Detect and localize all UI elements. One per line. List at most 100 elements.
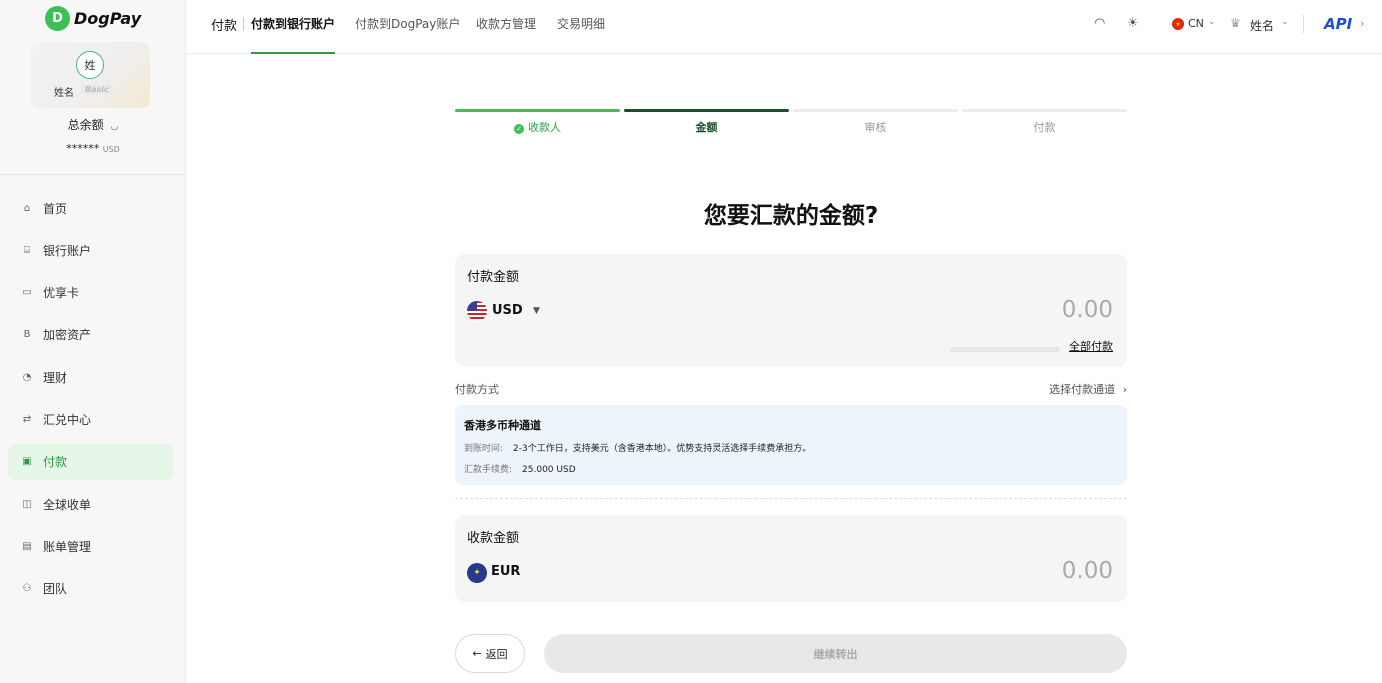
channel-name: 香港多币种通道: [464, 419, 541, 432]
card-icon: ▭: [22, 287, 32, 299]
page-heading: 您要汇款的金额?: [703, 203, 879, 229]
receive-amount-panel: 收款金额 ✦ EUR 0.00: [455, 515, 1127, 602]
sidebar-item-label: 团队: [43, 582, 68, 597]
channel-arrival-row: 到账时间: 2-3个工作日，支持美元（含香港本地）。优势支持灵活选择手续费承担方。: [464, 441, 811, 454]
us-flag-icon: [467, 301, 487, 321]
caret-down-icon[interactable]: ▼: [533, 306, 540, 316]
step-label: 审核: [864, 121, 887, 134]
tab-payee-management[interactable]: 收款方管理: [476, 15, 536, 54]
sidebar-item-label: 理财: [43, 370, 68, 385]
sidebar: D DogPay 姓 姓名 Basic 总余额 ◡ ****** USD ⌂ 首页…: [0, 0, 186, 683]
tab-pay-to-dogpay[interactable]: 付款到DogPay账户: [355, 15, 460, 54]
pay-amount-title: 付款金额: [467, 270, 520, 285]
step-pay: 付款: [962, 109, 1127, 135]
top-bar: 付款 付款到银行账户 付款到DogPay账户 收款方管理 交易明细 ◠ ☀ ★ …: [186, 0, 1382, 54]
sidebar-item-team[interactable]: ⚇ 团队: [8, 571, 173, 607]
balance-value: ******: [66, 142, 100, 155]
bank-icon: ⌸: [24, 244, 30, 256]
check-icon: ✓: [514, 124, 524, 134]
pay-currency-select[interactable]: USD: [492, 303, 523, 318]
tab-pay-to-bank[interactable]: 付款到银行账户: [251, 15, 336, 54]
payment-method-label: 付款方式: [455, 383, 499, 396]
page-title: 付款: [211, 19, 238, 34]
step-amount: 金额: [624, 109, 789, 135]
sidebar-item-label: 银行账户: [43, 243, 92, 258]
balance-unit: USD: [102, 145, 120, 154]
chevron-down-icon[interactable]: ⌄: [1208, 17, 1216, 27]
sidebar-item-home[interactable]: ⌂ 首页: [8, 190, 173, 226]
receive-amount-title: 收款金额: [467, 531, 520, 546]
channel-fee-row: 汇款手续费: 25.000 USD: [464, 462, 576, 475]
sidebar-item-bank-account[interactable]: ⌸ 银行账户: [8, 232, 173, 268]
sidebar-item-crypto[interactable]: B 加密资产: [8, 317, 173, 353]
sidebar-item-acquiring[interactable]: ◫ 全球收单: [8, 486, 173, 522]
chevron-right-icon[interactable]: ›: [1360, 17, 1364, 30]
sidebar-divider: [0, 174, 186, 175]
step-label: 收款人: [528, 121, 561, 134]
sidebar-item-label: 首页: [43, 201, 68, 216]
dogpay-logo-icon: D: [45, 6, 70, 31]
back-button-label: 返回: [485, 647, 508, 661]
step-review: 审核: [793, 109, 958, 135]
pay-amount-panel: 付款金额 USD ▼ 0.00 全部付款: [455, 254, 1127, 367]
payment-icon: ▣: [22, 456, 32, 468]
sidebar-item-label: 汇兑中心: [43, 412, 92, 427]
back-button[interactable]: ← 返回: [455, 634, 525, 673]
balance-progress-bar: [950, 347, 1060, 352]
arrival-value: 2-3个工作日，支持美元（含香港本地）。优势支持灵活选择手续费承担方。: [513, 444, 812, 454]
user-menu[interactable]: 姓名: [1250, 17, 1274, 34]
select-channel-label: 选择付款通道: [1049, 383, 1116, 396]
select-channel-link[interactable]: 选择付款通道 ›: [1049, 381, 1127, 397]
balance-row: 总余额 ◡: [0, 116, 186, 133]
topbar-divider: [1303, 15, 1304, 33]
exchange-icon: ⇄: [22, 413, 32, 425]
chevron-down-icon[interactable]: ⌄: [1281, 17, 1289, 27]
continue-button[interactable]: 继续转出: [544, 634, 1127, 673]
logo-text: DogPay: [74, 9, 142, 28]
sidebar-item-wealth[interactable]: ◔ 理财: [8, 359, 173, 395]
logo[interactable]: D DogPay: [45, 6, 141, 31]
api-link[interactable]: API: [1324, 15, 1352, 33]
tab-transaction-details[interactable]: 交易明细: [557, 15, 605, 54]
eye-hidden-icon[interactable]: ◡: [110, 122, 118, 132]
headset-icon[interactable]: ◠: [1094, 16, 1105, 31]
tier-badge: Basic: [81, 85, 113, 94]
fee-value: 25.000 USD: [522, 465, 576, 475]
sidebar-item-label: 全球收单: [43, 497, 92, 512]
step-payee: ✓ 收款人: [455, 109, 620, 135]
balance-label: 总余额: [67, 118, 104, 132]
receive-amount-input[interactable]: 0.00: [1062, 558, 1113, 584]
profile-card[interactable]: 姓 姓名 Basic: [31, 42, 150, 108]
bitcoin-icon: B: [23, 329, 31, 341]
language-selector[interactable]: CN: [1188, 17, 1204, 30]
pay-amount-input[interactable]: 0.00: [1062, 297, 1113, 323]
step-label: 金额: [695, 121, 718, 134]
sidebar-item-bills[interactable]: ▤ 账单管理: [8, 528, 173, 564]
sidebar-item-label: 付款: [43, 455, 68, 470]
fee-key: 汇款手续费:: [464, 465, 513, 475]
acquiring-icon: ◫: [22, 498, 32, 510]
receive-currency: EUR: [491, 564, 521, 579]
payment-channel-card[interactable]: 香港多币种通道 到账时间: 2-3个工作日，支持美元（含香港本地）。优势支持灵活选…: [455, 405, 1127, 485]
avatar: 姓: [76, 51, 104, 79]
crown-icon: ♛: [1230, 16, 1241, 30]
arrival-key: 到账时间:: [464, 444, 504, 454]
sidebar-item-payment[interactable]: ▣ 付款: [8, 443, 173, 480]
sidebar-item-label: 加密资产: [43, 328, 92, 343]
balance-value-row: ****** USD: [0, 142, 186, 155]
bill-icon: ▤: [22, 540, 32, 552]
title-separator: [243, 17, 244, 31]
sidebar-item-card[interactable]: ▭ 优享卡: [8, 275, 173, 311]
pay-all-link[interactable]: 全部付款: [1069, 338, 1113, 354]
sidebar-item-label: 优享卡: [43, 286, 80, 301]
sidebar-item-label: 账单管理: [43, 539, 92, 554]
eu-flag-icon: ✦: [467, 563, 487, 583]
sidebar-item-exchange[interactable]: ⇄ 汇兑中心: [8, 401, 173, 437]
china-flag-icon: ★: [1172, 18, 1184, 30]
sidebar-nav: ⌂ 首页 ⌸ 银行账户 ▭ 优享卡 B 加密资产 ◔ 理财 ⇄ 汇兑中心 ▣ 付款 ◫ 全球收单…: [8, 190, 173, 613]
progress-steps: ✓ 收款人 金额 审核 付款: [455, 109, 1127, 135]
chevron-right-icon: ›: [1122, 383, 1127, 396]
chart-icon: ◔: [22, 371, 32, 383]
theme-sun-icon[interactable]: ☀: [1127, 16, 1139, 31]
profile-name: 姓名: [54, 88, 74, 99]
